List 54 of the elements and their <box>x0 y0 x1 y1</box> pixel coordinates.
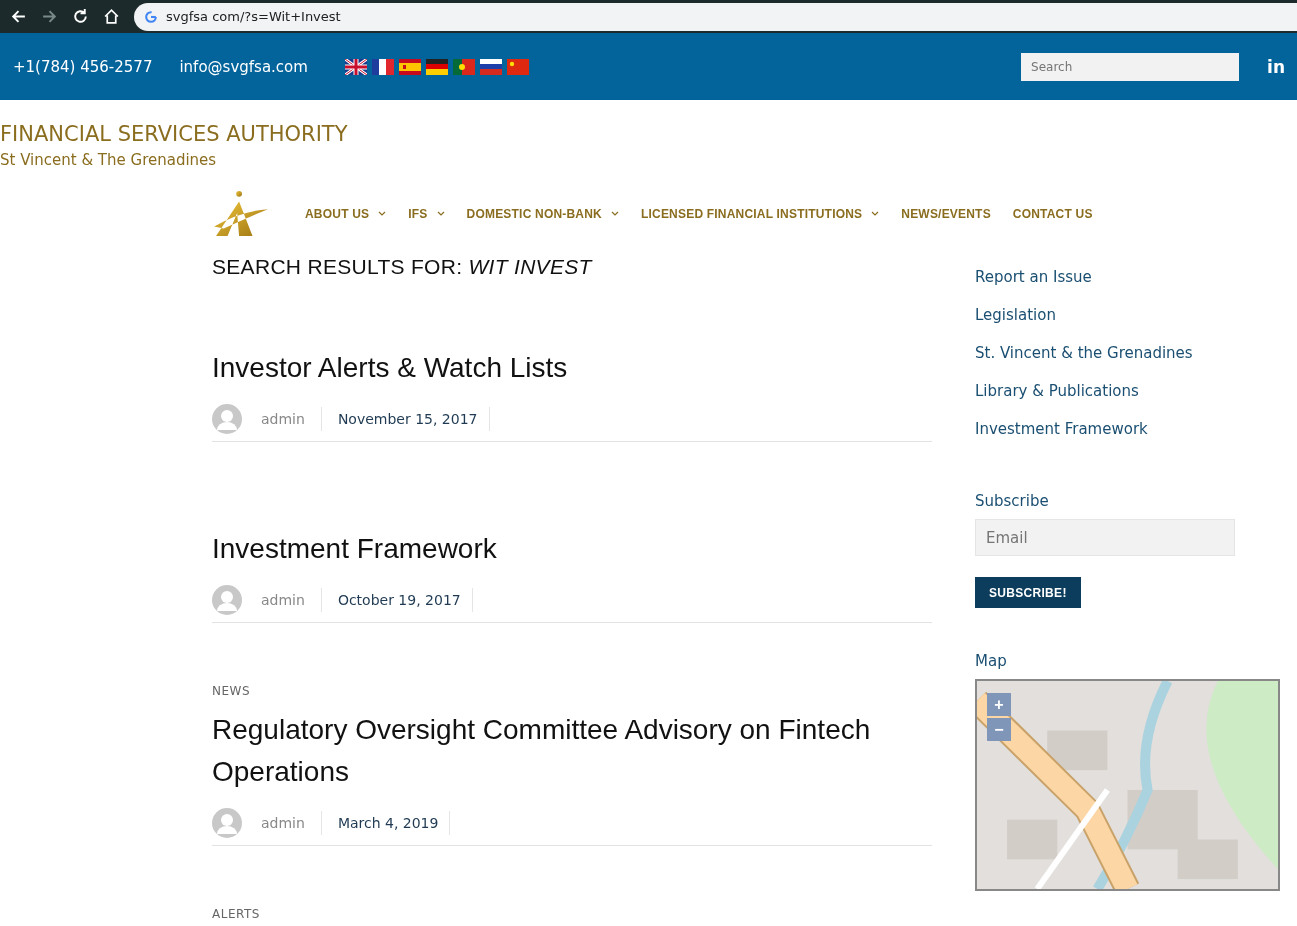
reload-icon[interactable] <box>72 8 89 25</box>
nav-link[interactable]: LICENSED FINANCIAL INSTITUTIONS <box>640 207 880 221</box>
post-author[interactable]: admin <box>261 811 322 835</box>
flag-icon[interactable] <box>344 58 367 75</box>
logo-icon[interactable] <box>212 190 270 238</box>
phone-number: +1(784) 456-2577 <box>13 57 153 76</box>
sidebar-link[interactable]: Investment Framework <box>975 419 1148 439</box>
map-heading: Map <box>975 651 1007 671</box>
caret-icon <box>378 211 387 217</box>
home-icon[interactable] <box>103 8 120 25</box>
caret-icon <box>610 211 619 217</box>
sidebar-link[interactable]: St. Vincent & the Grenadines <box>975 343 1193 363</box>
post-date[interactable]: March 4, 2019 <box>321 811 451 835</box>
url-text: svgfsa com/?s=Wit+Invest <box>166 9 341 24</box>
address-bar[interactable]: svgfsa com/?s=Wit+Invest <box>134 2 1297 31</box>
category-label[interactable]: ALERTS <box>212 907 260 921</box>
post-title[interactable]: Regulatory Oversight Committee Advisory on Fintech Operations <box>212 709 932 793</box>
google-icon <box>144 9 158 24</box>
email-field[interactable]: Email <box>975 519 1235 556</box>
nav-link[interactable]: NEWS/EVENTS <box>901 207 991 221</box>
flag-icon[interactable] <box>452 58 475 75</box>
caret-icon <box>436 211 445 217</box>
search-results-heading: SEARCH RESULTS FOR: <box>212 255 463 278</box>
email-address[interactable]: info@svgfsa.com <box>179 57 308 76</box>
nav-link[interactable]: ABOUT US <box>305 207 387 221</box>
caret-icon <box>871 211 880 217</box>
category-label[interactable]: NEWS <box>212 684 251 698</box>
avatar-icon <box>212 585 242 615</box>
nav-link[interactable]: IFS <box>408 207 445 221</box>
flag-icon[interactable] <box>371 58 394 75</box>
nav-link[interactable]: CONTACT US <box>1012 207 1093 221</box>
site-tagline: St Vincent & The Grenadines <box>0 150 218 171</box>
site-title[interactable]: FINANCIAL SERVICES AUTHORITY <box>0 121 1297 147</box>
post-author[interactable]: admin <box>261 407 322 431</box>
avatar-icon <box>212 404 242 434</box>
search-query: WIT INVEST <box>468 255 592 278</box>
post-title[interactable]: Investor Alerts & Watch Lists <box>212 347 932 389</box>
sidebar-link[interactable]: Report an Issue <box>975 267 1092 287</box>
subscribe-heading: Subscribe <box>975 491 1049 511</box>
search-field[interactable]: Search <box>1021 52 1240 81</box>
avatar-icon <box>212 808 242 838</box>
subscribe-button[interactable]: SUBSCRIBE! <box>975 577 1081 608</box>
sidebar-link[interactable]: Legislation <box>975 305 1056 325</box>
flag-icon[interactable] <box>506 58 529 75</box>
post-date[interactable]: October 19, 2017 <box>321 588 473 612</box>
post-date[interactable]: November 15, 2017 <box>321 407 490 431</box>
back-icon[interactable] <box>10 8 27 25</box>
sidebar-link[interactable]: Library & Publications <box>975 381 1139 401</box>
flag-icon[interactable] <box>425 58 448 75</box>
flag-icon[interactable] <box>479 58 502 75</box>
linkedin-link[interactable]: in <box>1267 56 1285 77</box>
post-title[interactable]: Investment Framework <box>212 528 932 570</box>
nav-link[interactable]: DOMESTIC NON-BANK <box>466 207 619 221</box>
post-author[interactable]: admin <box>261 588 322 612</box>
